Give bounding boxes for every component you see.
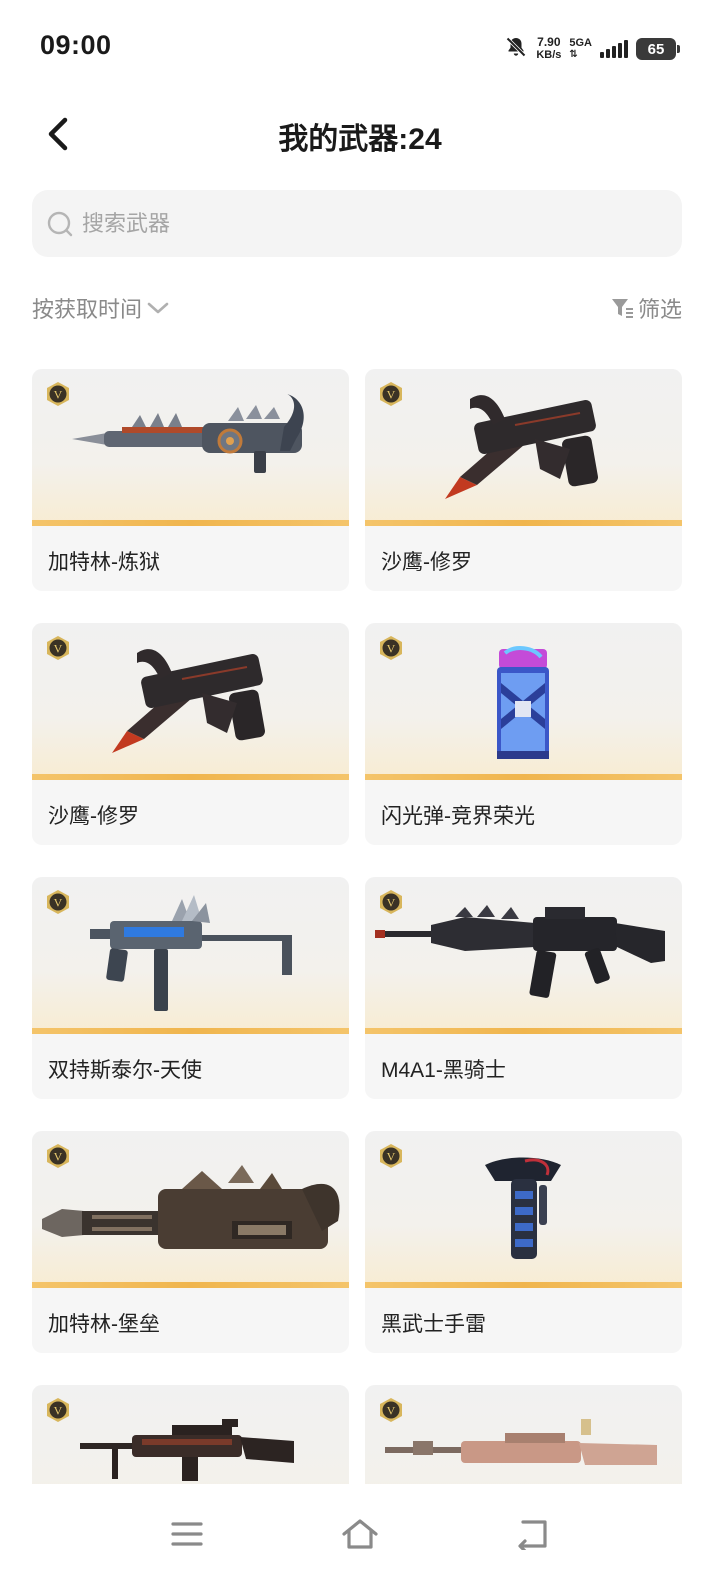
weapon-card[interactable]: V 加特林-炼狱: [32, 369, 349, 591]
weapon-image: V: [32, 877, 349, 1034]
sort-dropdown[interactable]: 按获取时间: [32, 292, 170, 324]
menu-icon: [171, 1522, 203, 1546]
filter-button[interactable]: 筛选: [610, 292, 682, 324]
page-title: 我的武器:24: [278, 123, 442, 156]
weapon-image: V: [32, 1131, 349, 1288]
status-bar: 09:00 7.90 KB/s 5GA ⇅ 65: [0, 0, 720, 96]
weapon-name: 沙鹰-修罗: [48, 805, 139, 828]
desert-eagle-xiuluo-icon: [112, 649, 265, 753]
weapon-card[interactable]: V 加特林-堡垒: [32, 1131, 349, 1353]
weapon-card[interactable]: V: [32, 1385, 349, 1484]
sort-filter-row: 按获取时间 筛选: [32, 288, 682, 328]
net-speed-value: 7.90: [537, 35, 561, 49]
black-warrior-grenade-icon: [485, 1157, 561, 1259]
rifle-icon: [385, 1419, 657, 1465]
desert-eagle-xiuluo-icon: [445, 395, 598, 499]
status-icons: 7.90 KB/s 5GA ⇅ 65: [504, 34, 680, 64]
m4a1-black-knight-icon: [375, 905, 665, 998]
nav-menu-button[interactable]: [157, 1509, 217, 1559]
nav-back-button[interactable]: [503, 1509, 563, 1559]
weapon-image: V: [32, 1385, 349, 1484]
search-bar[interactable]: [32, 190, 682, 257]
steyr-angel-icon: [90, 895, 292, 1011]
battery-level: 65: [647, 40, 665, 58]
rifle-icon: [80, 1419, 294, 1481]
home-icon: [342, 1519, 378, 1549]
weapon-image: V: [32, 369, 349, 526]
bell-muted-icon: [504, 35, 528, 64]
net-speed-unit: KB/s: [536, 49, 562, 61]
gatling-lianyu-icon: [72, 394, 304, 473]
battery-icon: 65: [636, 38, 680, 60]
back-icon: [518, 1520, 547, 1550]
system-nav-bar: [0, 1484, 720, 1584]
weapon-card[interactable]: V 沙鹰-修罗: [365, 369, 682, 591]
weapon-card[interactable]: V 双持斯泰尔-天使: [32, 877, 349, 1099]
header: 我的武器:24: [0, 100, 720, 170]
weapon-name: M4A1-黑骑士: [381, 1059, 506, 1082]
weapon-card[interactable]: V 闪光弹-竞界荣光: [365, 623, 682, 845]
weapon-name: 加特林-堡垒: [48, 1313, 160, 1336]
sort-label: 按获取时间: [32, 297, 143, 322]
gatling-fortress-icon: [42, 1165, 340, 1249]
weapon-image: V: [32, 623, 349, 780]
network-type-label: 5GA: [569, 37, 592, 49]
weapon-image: V: [365, 369, 682, 526]
weapon-grid: V 加特林-炼狱 V 沙鹰-修罗 V 沙鹰-修罗 V 闪光弹-竞界荣光 V 双持…: [32, 369, 682, 1484]
status-time: 09:00: [40, 30, 112, 60]
filter-label: 筛选: [637, 297, 682, 322]
weapon-name: 加特林-炼狱: [48, 551, 160, 574]
search-icon: [47, 211, 73, 236]
net-speed: 7.90 KB/s: [536, 36, 561, 62]
weapon-image: V: [365, 1131, 682, 1288]
weapon-name: 双持斯泰尔-天使: [48, 1059, 202, 1082]
filter-icon: [611, 299, 633, 318]
weapon-card[interactable]: V: [365, 1385, 682, 1484]
data-arrows-icon: ⇅: [569, 49, 578, 60]
weapon-name: 沙鹰-修罗: [381, 551, 472, 574]
weapon-image: V: [365, 1385, 682, 1484]
network-type: 5GA ⇅: [569, 37, 592, 61]
weapon-card[interactable]: V 沙鹰-修罗: [32, 623, 349, 845]
nav-home-button[interactable]: [330, 1509, 390, 1559]
search-input[interactable]: [82, 210, 642, 237]
weapon-name: 闪光弹-竞界荣光: [381, 805, 535, 828]
weapon-image: V: [365, 623, 682, 780]
flashbang-jingjie-icon: [497, 646, 549, 759]
weapon-card[interactable]: V M4A1-黑骑士: [365, 877, 682, 1099]
weapon-name: 黑武士手雷: [381, 1313, 486, 1336]
weapon-card[interactable]: V 黑武士手雷: [365, 1131, 682, 1353]
weapon-image: V: [365, 877, 682, 1034]
signal-icon: [600, 40, 628, 58]
chevron-down-icon: [147, 302, 169, 314]
